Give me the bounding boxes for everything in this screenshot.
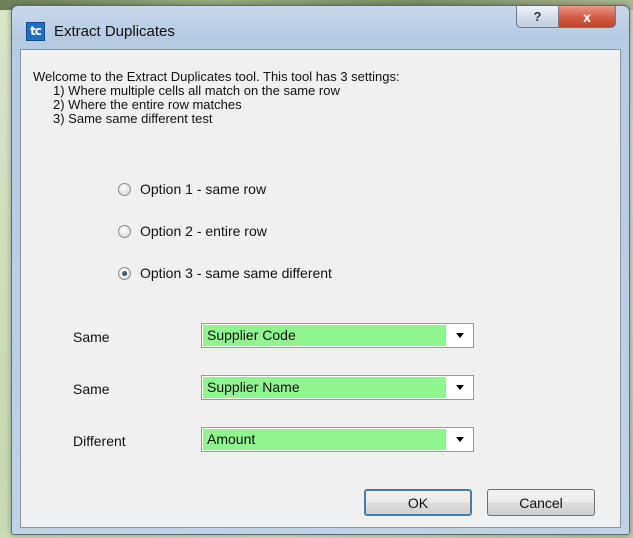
same-1-select[interactable]: Supplier Code [201, 323, 474, 348]
same-1-value: Supplier Code [203, 325, 446, 346]
intro-text: Welcome to the Extract Duplicates tool. … [33, 70, 400, 126]
option-3-radio[interactable]: Option 3 - same same different [118, 265, 332, 281]
option-3-label: Option 3 - same same different [140, 265, 332, 281]
close-button[interactable]: x [558, 6, 616, 28]
field-label-different: Different [73, 433, 126, 449]
radio-icon[interactable] [118, 182, 131, 196]
intro-line-4: 3) Same same different test [53, 111, 213, 126]
field-label-same-2: Same [73, 381, 110, 397]
option-2-label: Option 2 - entire row [140, 223, 267, 239]
option-1-label: Option 1 - same row [140, 181, 267, 197]
cancel-button[interactable]: Cancel [487, 489, 595, 516]
intro-line-3: 2) Where the entire row matches [53, 97, 242, 112]
intro-line-1: Welcome to the Extract Duplicates tool. … [33, 69, 400, 84]
dropdown-arrow-icon[interactable] [447, 428, 473, 451]
intro-line-2: 1) Where multiple cells all match on the… [53, 83, 340, 98]
help-icon: ? [533, 9, 542, 24]
help-button[interactable]: ? [516, 6, 559, 28]
title-bar[interactable]: tc Extract Duplicates ? x [12, 6, 629, 50]
different-value: Amount [203, 429, 446, 450]
close-icon: x [583, 8, 591, 25]
ok-button[interactable]: OK [364, 489, 472, 516]
radio-checked-icon[interactable] [118, 266, 131, 280]
option-1-radio[interactable]: Option 1 - same row [118, 181, 266, 197]
dropdown-arrow-icon[interactable] [447, 324, 473, 347]
different-select[interactable]: Amount [201, 427, 474, 452]
same-2-value: Supplier Name [203, 377, 446, 398]
same-2-select[interactable]: Supplier Name [201, 375, 474, 400]
dialog-body: Welcome to the Extract Duplicates tool. … [20, 49, 621, 528]
radio-icon[interactable] [118, 224, 131, 238]
window-title: Extract Duplicates [54, 23, 175, 40]
field-label-same-1: Same [73, 329, 110, 345]
app-icon: tc [26, 22, 45, 41]
dropdown-arrow-icon[interactable] [447, 376, 473, 399]
extract-duplicates-dialog: tc Extract Duplicates ? x Welcome to the… [11, 5, 630, 535]
option-2-radio[interactable]: Option 2 - entire row [118, 223, 267, 239]
